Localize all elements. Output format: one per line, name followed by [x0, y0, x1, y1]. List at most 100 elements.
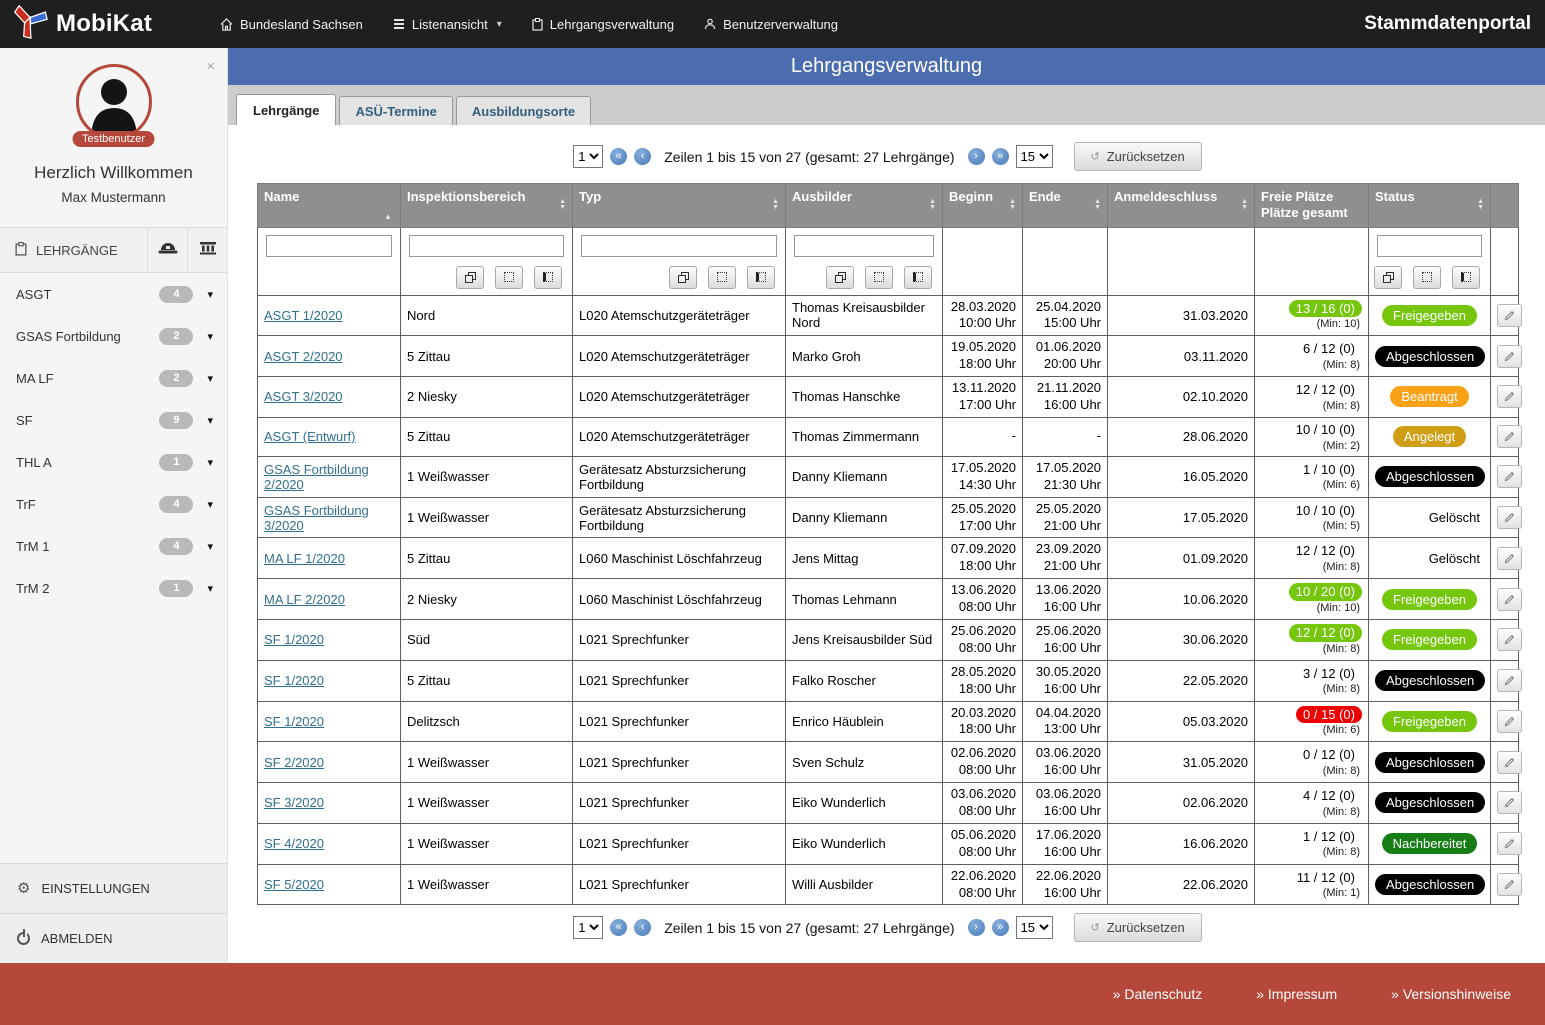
filter-contains-button[interactable]: [708, 266, 736, 289]
footer-link-impressum[interactable]: » Impressum: [1256, 986, 1337, 1002]
tab-lehrgaenge[interactable]: Lehrgänge: [236, 94, 336, 125]
filter-exact-button[interactable]: [1374, 266, 1402, 289]
edit-button[interactable]: [1497, 791, 1522, 814]
course-link[interactable]: MA LF 1/2020: [264, 551, 345, 566]
footer-link-versionshinweise[interactable]: » Versionshinweise: [1391, 986, 1511, 1002]
edit-button[interactable]: [1497, 873, 1522, 896]
course-link[interactable]: ASGT 1/2020: [264, 308, 343, 323]
column-header-beginn[interactable]: Beginn▲▼: [943, 184, 1023, 228]
filter-input-inspektionsbereich[interactable]: [409, 235, 564, 257]
first-page-button[interactable]: «: [610, 919, 627, 936]
course-link[interactable]: SF 1/2020: [264, 632, 324, 647]
sidebar-section-label[interactable]: LEHRGÄNGE: [0, 228, 147, 272]
nav-item-bundesland-sachsen[interactable]: Bundesland Sachsen: [220, 17, 363, 32]
sidebar-item[interactable]: THL A 1 ▾: [0, 441, 227, 483]
course-link[interactable]: SF 5/2020: [264, 877, 324, 892]
sidebar-item[interactable]: TrM 1 4 ▾: [0, 525, 227, 567]
sidebar-item-einstellungen[interactable]: ⚙ EINSTELLUNGEN: [0, 863, 227, 913]
column-header-anmeldeschluss[interactable]: Anmeldeschluss▲▼: [1108, 184, 1255, 228]
nav-item-listenansicht[interactable]: Listenansicht ▾: [393, 17, 502, 32]
course-link[interactable]: SF 2/2020: [264, 755, 324, 770]
per-page-select[interactable]: 15: [1016, 145, 1053, 168]
course-link[interactable]: SF 1/2020: [264, 673, 324, 688]
column-header-name[interactable]: Name▲: [258, 184, 401, 228]
chevron-down-icon[interactable]: ▾: [207, 456, 213, 469]
edit-button[interactable]: [1497, 345, 1522, 368]
course-link[interactable]: GSAS Fortbildung 3/2020: [264, 503, 369, 533]
last-page-button[interactable]: »: [992, 919, 1009, 936]
reset-button[interactable]: ↺ Zurücksetzen: [1074, 142, 1202, 171]
reset-button[interactable]: ↺ Zurücksetzen: [1074, 913, 1202, 942]
edit-button[interactable]: [1497, 304, 1522, 327]
filter-contains-button[interactable]: [495, 266, 523, 289]
sidebar-close-icon[interactable]: ×: [206, 58, 215, 75]
chevron-down-icon[interactable]: ▾: [207, 330, 213, 343]
filter-exact-button[interactable]: [669, 266, 697, 289]
filter-startswith-button[interactable]: [1452, 266, 1480, 289]
column-header-status[interactable]: Status▲▼: [1369, 184, 1491, 228]
page-select[interactable]: 1: [573, 145, 603, 168]
filter-contains-button[interactable]: [865, 266, 893, 289]
edit-button[interactable]: [1497, 710, 1522, 733]
filter-input-name[interactable]: [266, 235, 392, 257]
filter-exact-button[interactable]: [456, 266, 484, 289]
sidebar-item[interactable]: SF 9 ▾: [0, 399, 227, 441]
column-header-typ[interactable]: Typ▲▼: [573, 184, 786, 228]
nav-item-lehrgangsverwaltung[interactable]: Lehrgangsverwaltung: [532, 17, 674, 32]
next-page-button[interactable]: ›: [968, 919, 985, 936]
course-link[interactable]: MA LF 2/2020: [264, 592, 345, 607]
course-link[interactable]: SF 3/2020: [264, 795, 324, 810]
filter-input-ausbilder[interactable]: [794, 235, 934, 257]
edit-button[interactable]: [1497, 385, 1522, 408]
edit-button[interactable]: [1497, 547, 1522, 570]
sidebar-item[interactable]: ASGT 4 ▾: [0, 273, 227, 315]
filter-input-typ[interactable]: [581, 235, 777, 257]
prev-page-button[interactable]: ‹: [634, 919, 651, 936]
chevron-down-icon[interactable]: ▾: [207, 414, 213, 427]
column-header-ausbilder[interactable]: Ausbilder▲▼: [786, 184, 943, 228]
first-page-button[interactable]: «: [610, 148, 627, 165]
course-link[interactable]: ASGT (Entwurf): [264, 429, 356, 444]
helmet-filter-button[interactable]: [147, 228, 187, 272]
course-link[interactable]: SF 4/2020: [264, 836, 324, 851]
edit-button[interactable]: [1497, 588, 1522, 611]
edit-button[interactable]: [1497, 506, 1522, 529]
next-page-button[interactable]: ›: [968, 148, 985, 165]
filter-exact-button[interactable]: [826, 266, 854, 289]
prev-page-button[interactable]: ‹: [634, 148, 651, 165]
chevron-down-icon[interactable]: ▾: [207, 540, 213, 553]
column-header-ende[interactable]: Ende▲▼: [1023, 184, 1108, 228]
tab-asue-termine[interactable]: ASÜ-Termine: [339, 96, 452, 125]
edit-button[interactable]: [1497, 465, 1522, 488]
per-page-select[interactable]: 15: [1016, 916, 1053, 939]
chevron-down-icon[interactable]: ▾: [207, 372, 213, 385]
course-link[interactable]: ASGT 2/2020: [264, 349, 343, 364]
footer-link-datenschutz[interactable]: » Datenschutz: [1113, 986, 1203, 1002]
chevron-down-icon[interactable]: ▾: [207, 498, 213, 511]
sidebar-item[interactable]: TrF 4 ▾: [0, 483, 227, 525]
chevron-down-icon[interactable]: ▾: [207, 288, 213, 301]
edit-button[interactable]: [1497, 751, 1522, 774]
edit-button[interactable]: [1497, 628, 1522, 651]
sidebar-item-abmelden[interactable]: ABMELDEN: [0, 913, 227, 963]
building-filter-button[interactable]: [187, 228, 227, 272]
nav-item-benutzerverwaltung[interactable]: Benutzerverwaltung: [704, 17, 838, 32]
last-page-button[interactable]: »: [992, 148, 1009, 165]
filter-startswith-button[interactable]: [904, 266, 932, 289]
filter-input-status[interactable]: [1377, 235, 1482, 257]
column-header-inspektionsbereich[interactable]: Inspektionsbereich▲▼: [401, 184, 573, 228]
edit-button[interactable]: [1497, 669, 1522, 692]
filter-startswith-button[interactable]: [534, 266, 562, 289]
course-link[interactable]: GSAS Fortbildung 2/2020: [264, 462, 369, 492]
sidebar-item[interactable]: MA LF 2 ▾: [0, 357, 227, 399]
sidebar-item[interactable]: GSAS Fortbildung 2 ▾: [0, 315, 227, 357]
chevron-down-icon[interactable]: ▾: [207, 582, 213, 595]
course-link[interactable]: ASGT 3/2020: [264, 389, 343, 404]
tab-ausbildungsorte[interactable]: Ausbildungsorte: [456, 96, 591, 125]
course-link[interactable]: SF 1/2020: [264, 714, 324, 729]
edit-button[interactable]: [1497, 425, 1522, 448]
filter-contains-button[interactable]: [1413, 266, 1441, 289]
filter-startswith-button[interactable]: [747, 266, 775, 289]
edit-button[interactable]: [1497, 832, 1522, 855]
sidebar-item[interactable]: TrM 2 1 ▾: [0, 567, 227, 609]
